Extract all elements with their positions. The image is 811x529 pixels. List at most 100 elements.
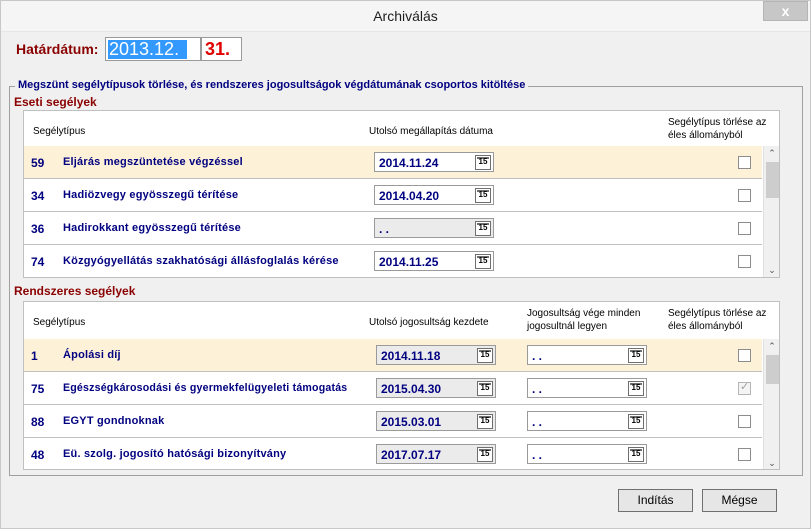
rendszeres-start-field[interactable]: 2017.07.17 15 [376,444,496,464]
calendar-icon[interactable]: 15 [477,447,493,462]
rendszeres-scrollbar[interactable]: ⌃ ⌄ [763,339,779,469]
calendar-glyph: 15 [478,190,488,199]
chevron-up-icon[interactable]: ⌃ [764,148,779,159]
rendszeres-header-delete-line1: Segélytípus törlése az [668,308,767,319]
rendszeres-row-name: Ápolási díj [63,349,121,361]
rendszeres-start-value: 2015.03.01 [381,415,442,429]
cutoff-date-value: 2013.12. [108,40,187,59]
eseti-row[interactable]: 36 Hadirokkant egyösszegű térítése . . 15 [24,212,762,245]
rendszeres-end-value: . . [532,349,543,363]
calendar-glyph: 15 [480,449,490,458]
rendszeres-panel: Segélytípus Utolsó jogosultság kezdete J… [23,301,780,470]
rendszeres-start-value: 2014.11.18 [381,349,441,363]
eseti-last-date-value: . . [379,222,390,236]
rendszeres-end-field[interactable]: . . 15 [527,345,647,365]
eseti-row[interactable]: 34 Hadiözvegy egyösszegű térítése 2014.04.… [24,179,762,212]
eseti-delete-checkbox[interactable] [738,189,751,202]
cancel-button[interactable]: Mégse [702,489,777,512]
calendar-icon[interactable]: 15 [628,414,644,429]
rendszeres-row[interactable]: 1 Ápolási díj 2014.11.18 15 . . 15 [24,339,762,372]
eseti-last-date-field[interactable]: 2014.04.20 15 [374,185,494,205]
eseti-last-date-field[interactable]: 2014.11.25 15 [374,251,494,271]
eseti-row-name: Hadirokkant egyösszegű térítése [63,222,241,234]
calendar-icon[interactable]: 15 [628,447,644,462]
chevron-down-icon[interactable]: ⌄ [764,458,779,469]
rendszeres-delete-checkbox[interactable]: ✓ [738,381,751,395]
rendszeres-row[interactable]: 48 Eü. szolg. jogosító hatósági bizonyítv… [24,438,762,469]
calendar-glyph: 15 [478,157,488,166]
rendszeres-header-type: Segélytípus [33,317,86,328]
close-button[interactable]: x [763,1,808,21]
window-title: Archiválás [373,8,438,24]
rendszeres-row[interactable]: 75 Egészségkárosodási és gyermekfelügyele… [24,372,762,405]
rendszeres-delete-checkbox[interactable] [738,349,751,362]
eseti-header-last-date: Utolsó megállapítás dátuma [369,126,493,137]
rendszeres-start-value: 2017.07.17 [381,448,442,462]
chevron-up-icon[interactable]: ⌃ [764,341,779,352]
eseti-last-date-field[interactable]: . . 15 [374,218,494,238]
rendszeres-end-field[interactable]: . . 15 [527,378,647,398]
calendar-glyph: 15 [631,383,641,392]
eseti-row[interactable]: 74 Közgyógyellátás szakhatósági állásfogl… [24,245,762,277]
close-icon: x [781,3,790,19]
calendar-icon[interactable]: 15 [477,348,493,363]
eseti-header-delete: Segélytípus törlése az éles állományból [668,116,766,142]
rendszeres-delete-checkbox[interactable] [738,415,751,428]
calendar-icon[interactable]: 15 [628,348,644,363]
calendar-icon[interactable]: 15 [475,221,491,236]
rendszeres-header-delete-line2: éles állományból [668,321,743,332]
rendszeres-start-field[interactable]: 2015.03.01 15 [376,411,496,431]
rendszeres-row-name: EGYT gondnoknak [63,415,165,427]
rendszeres-start-field[interactable]: 2014.11.18 15 [376,345,496,365]
rendszeres-row[interactable]: 88 EGYT gondnoknak 2015.03.01 15 . . 15 [24,405,762,438]
rendszeres-row-code: 1 [31,349,38,363]
chevron-down-icon[interactable]: ⌄ [764,265,779,276]
eseti-row-name: Hadiözvegy egyösszegű térítése [63,189,239,201]
calendar-glyph: 15 [631,416,641,425]
calendar-icon[interactable]: 15 [477,381,493,396]
rendszeres-row-name: Eü. szolg. jogosító hatósági bizonyítván… [63,448,287,460]
archive-window: Archiválás x Határdátum: 2013.12. 31. Me… [0,0,811,529]
rendszeres-end-field[interactable]: . . 15 [527,444,647,464]
eseti-scroll-thumb[interactable] [766,162,779,198]
cutoff-date-input[interactable]: 2013.12. [105,37,201,61]
calendar-glyph: 15 [478,223,488,232]
rendszeres-end-field[interactable]: . . 15 [527,411,647,431]
checkmark-icon: ✓ [740,381,750,393]
rendszeres-start-value: 2015.04.30 [381,382,442,396]
eseti-row-name: Közgyógyellátás szakhatósági állásfoglal… [63,255,339,267]
eseti-row-code: 36 [31,222,45,236]
eseti-scrollbar[interactable]: ⌃ ⌄ [763,146,779,277]
title-bar: Archiválás x [1,1,810,32]
calendar-icon[interactable]: 15 [475,188,491,203]
calendar-glyph: 15 [631,449,641,458]
calendar-glyph: 15 [480,383,490,392]
calendar-icon[interactable]: 15 [628,381,644,396]
eseti-delete-checkbox[interactable] [738,156,751,169]
rendszeres-header-end: Jogosultság vége minden jogosultnál legy… [527,307,640,333]
eseti-last-date-value: 2014.11.25 [379,255,439,269]
eseti-row-code: 74 [31,255,45,269]
calendar-icon[interactable]: 15 [475,155,491,170]
eseti-delete-checkbox[interactable] [738,222,751,235]
eseti-last-date-field[interactable]: 2014.11.24 15 [374,152,494,172]
eseti-section-title: Eseti segélyek [14,95,97,109]
eseti-row[interactable]: 59 Eljárás megszüntetése végzéssel 2014.11… [24,146,762,179]
eseti-row-name: Eljárás megszüntetése végzéssel [63,156,243,168]
calendar-icon[interactable]: 15 [475,254,491,269]
start-button[interactable]: Indítás [618,489,693,512]
calendar-glyph: 15 [480,350,490,359]
calendar-glyph: 15 [478,256,488,265]
rendszeres-start-field[interactable]: 2015.04.30 15 [376,378,496,398]
groupbox-title: Megszünt segélytípusok törlése, és rends… [15,79,529,91]
calendar-icon[interactable]: 15 [477,414,493,429]
cutoff-day-field[interactable]: 31. [201,37,242,61]
calendar-glyph: 15 [631,350,641,359]
cutoff-date-label: Határdátum: [16,41,99,57]
eseti-header-delete-line2: éles állományból [668,130,743,141]
rendszeres-delete-checkbox[interactable] [738,448,751,461]
calendar-glyph: 15 [480,416,490,425]
eseti-delete-checkbox[interactable] [738,255,751,268]
rendszeres-scroll-thumb[interactable] [766,355,779,384]
eseti-header-type: Segélytípus [33,126,86,137]
